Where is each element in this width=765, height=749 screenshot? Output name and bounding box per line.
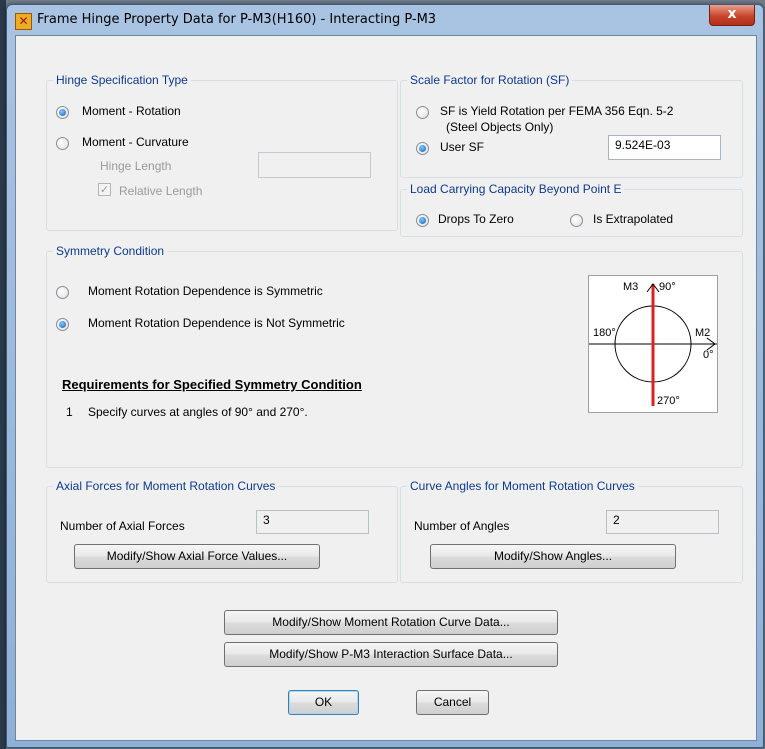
user-sf-label[interactable]: User SF [440,140,484,154]
angle-90-label: 90° [659,281,676,293]
load-capacity-title: Load Carrying Capacity Beyond Point E [410,182,622,196]
modify-moment-rotation-curve-button[interactable]: Modify/Show Moment Rotation Curve Data..… [224,610,558,635]
angle-270-label: 270° [657,395,680,407]
moment-curvature-label[interactable]: Moment - Curvature [82,135,189,149]
dialog-window: ✕ Frame Hinge Property Data for P-M3(H16… [6,4,764,748]
m2-label: M2 [695,327,710,339]
modify-angles-button[interactable]: Modify/Show Angles... [430,544,676,569]
is-extrapolated-radio[interactable] [570,214,583,227]
title-bar[interactable]: ✕ Frame Hinge Property Data for P-M3(H16… [7,5,763,33]
moment-curvature-radio[interactable] [56,137,69,150]
user-sf-radio[interactable] [416,142,429,155]
load-capacity-group: Load Carrying Capacity Beyond Point E [400,182,743,237]
moment-rotation-label[interactable]: Moment - Rotation [82,104,181,118]
not-symmetric-radio[interactable] [56,318,69,331]
symmetric-radio[interactable] [56,286,69,299]
relative-length-checkbox[interactable]: ✓ [98,183,111,196]
app-icon: ✕ [15,13,32,30]
axial-forces-count-label: Number of Axial Forces [60,519,185,533]
dialog-client-area: Hinge Specification Type Moment - Rotati… [15,35,757,741]
angle-0-label: 0° [703,349,714,361]
symmetry-title: Symmetry Condition [56,244,165,258]
sf-yield-rotation-note: (Steel Objects Only) [446,120,554,134]
requirements-title: Requirements for Specified Symmetry Cond… [62,377,362,392]
m3-label: M3 [623,281,638,293]
modify-interaction-surface-button[interactable]: Modify/Show P-M3 Interaction Surface Dat… [224,642,558,667]
cancel-button[interactable]: Cancel [416,690,489,715]
window-title: Frame Hinge Property Data for P-M3(H160)… [37,12,437,27]
hinge-length-input[interactable] [258,152,371,178]
moment-rotation-radio[interactable] [56,106,69,119]
drops-to-zero-label[interactable]: Drops To Zero [438,212,514,226]
hinge-spec-title: Hinge Specification Type [56,73,188,87]
requirement-number: 1 [66,405,73,419]
angle-180-label: 180° [593,327,616,339]
user-sf-input[interactable]: 9.524E-03 [608,135,721,160]
sf-yield-rotation-label[interactable]: SF is Yield Rotation per FEMA 356 Eqn. 5… [440,104,673,118]
requirement-text: Specify curves at angles of 90° and 270°… [88,405,308,419]
is-extrapolated-label[interactable]: Is Extrapolated [593,212,673,226]
curve-angles-count-field: 2 [606,510,719,534]
curve-angles-count-label: Number of Angles [414,519,510,533]
not-symmetric-label[interactable]: Moment Rotation Dependence is Not Symmet… [88,316,345,330]
modify-axial-force-values-button[interactable]: Modify/Show Axial Force Values... [74,544,320,569]
ok-button[interactable]: OK [288,690,359,715]
scale-factor-title: Scale Factor for Rotation (SF) [410,73,570,87]
symmetry-angle-diagram: M3 90° 180° M2 0° 270° [588,275,718,413]
drops-to-zero-radio[interactable] [416,214,429,227]
axial-forces-count-field: 3 [256,510,369,534]
relative-length-label: Relative Length [119,184,203,198]
curve-angles-title: Curve Angles for Moment Rotation Curves [410,479,635,493]
symmetric-label[interactable]: Moment Rotation Dependence is Symmetric [88,284,323,298]
sf-yield-rotation-radio[interactable] [416,106,429,119]
close-button[interactable]: x [709,5,755,26]
hinge-length-label: Hinge Length [100,159,172,173]
axial-forces-title: Axial Forces for Moment Rotation Curves [56,479,276,493]
